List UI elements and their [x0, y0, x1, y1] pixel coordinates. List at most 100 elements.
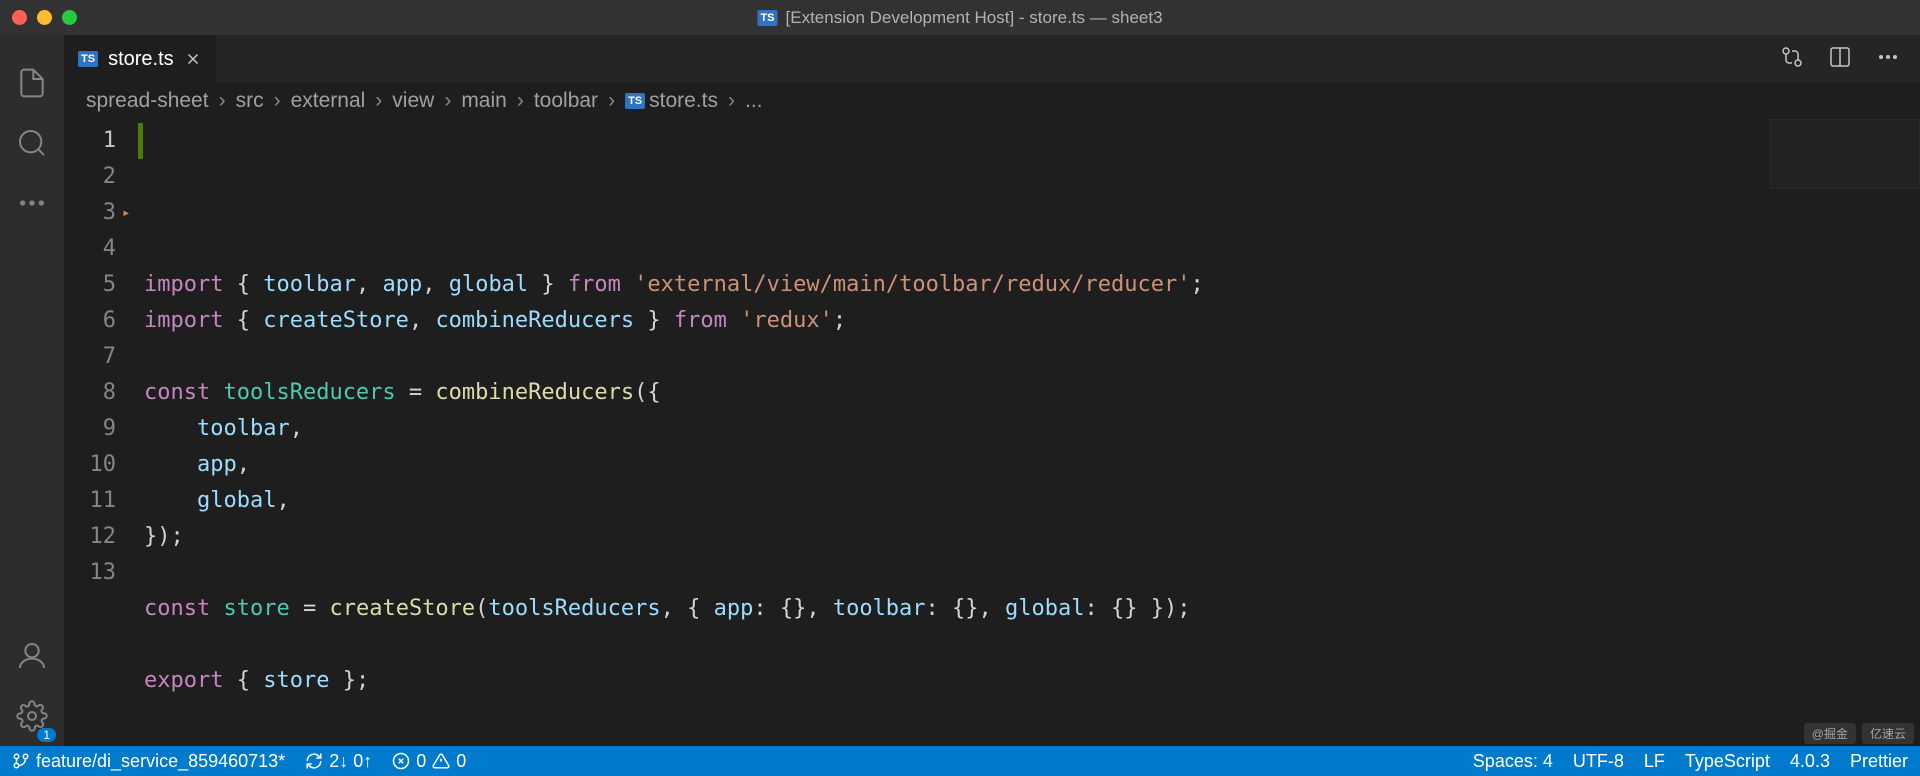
ts-file-icon: TS: [625, 93, 645, 109]
maximize-window-button[interactable]: [62, 10, 77, 25]
encoding-status[interactable]: UTF-8: [1573, 751, 1624, 772]
branch-name: feature/di_service_859460713*: [36, 751, 285, 772]
line-number: 5: [64, 267, 116, 303]
ts-file-icon: TS: [757, 10, 777, 26]
line-number: 3: [64, 195, 116, 231]
line-number: 8: [64, 375, 116, 411]
fold-marker-icon[interactable]: ▸: [122, 195, 130, 231]
minimap[interactable]: [1770, 119, 1920, 189]
line-number: 13: [64, 555, 116, 591]
breadcrumb-part[interactable]: main: [461, 89, 507, 113]
sync-icon: [305, 752, 323, 770]
line-number: 6: [64, 303, 116, 339]
code-line[interactable]: const toolsReducers = combineReducers({: [144, 375, 1920, 411]
split-icon: [1828, 45, 1852, 69]
code-line[interactable]: import { toolbar, app, global } from 'ex…: [144, 267, 1920, 303]
formatter-status[interactable]: Prettier: [1850, 751, 1908, 772]
activity-bar: 1: [0, 35, 64, 746]
ts-file-icon: TS: [78, 51, 98, 67]
breadcrumb-part[interactable]: view: [392, 89, 434, 113]
line-number: 12: [64, 519, 116, 555]
chevron-right-icon: ›: [274, 89, 281, 113]
code-content[interactable]: ▸ import { toolbar, app, global } from '…: [144, 119, 1920, 746]
eol-status[interactable]: LF: [1644, 751, 1665, 772]
modified-line-marker: [138, 123, 143, 159]
chevron-right-icon: ›: [608, 89, 615, 113]
breadcrumb-part[interactable]: src: [236, 89, 264, 113]
more-actions-button[interactable]: [1876, 45, 1900, 74]
error-icon: [392, 752, 410, 770]
line-number-gutter: 12345678910111213: [64, 119, 144, 746]
ellipsis-icon: [1876, 45, 1900, 69]
code-line[interactable]: export { store };: [144, 663, 1920, 699]
breadcrumb-part[interactable]: spread-sheet: [86, 89, 209, 113]
error-count: 0: [416, 751, 426, 772]
line-number: 1: [64, 123, 116, 159]
editor-actions: [1780, 35, 1920, 83]
minimize-window-button[interactable]: [37, 10, 52, 25]
git-branch-icon: [12, 752, 30, 770]
editor-area: TS store.ts spread-sheet › src ›: [64, 35, 1920, 746]
breadcrumb-file[interactable]: store.ts: [649, 89, 718, 113]
close-window-button[interactable]: [12, 10, 27, 25]
sync-status[interactable]: 2↓ 0↑: [305, 751, 372, 772]
tab-label: store.ts: [108, 48, 174, 71]
titlebar: TS [Extension Development Host] - store.…: [0, 0, 1920, 35]
code-line[interactable]: const store = createStore(toolsReducers,…: [144, 591, 1920, 627]
more-tab[interactable]: [0, 173, 64, 233]
code-line[interactable]: toolbar,: [144, 411, 1920, 447]
line-number: 10: [64, 447, 116, 483]
window-controls: [12, 10, 77, 25]
indentation-status[interactable]: Spaces: 4: [1473, 751, 1553, 772]
watermark-badge: @掘金: [1804, 723, 1856, 744]
breadcrumb[interactable]: spread-sheet › src › external › view › main ›…: [64, 83, 1920, 119]
chevron-right-icon: ›: [517, 89, 524, 113]
files-icon: [16, 67, 48, 99]
tab-bar: TS store.ts: [64, 35, 1920, 83]
code-line[interactable]: app,: [144, 447, 1920, 483]
account-icon: [16, 640, 48, 672]
line-number: 4: [64, 231, 116, 267]
settings-badge: 1: [37, 728, 56, 742]
problems-status[interactable]: 0 0: [392, 751, 466, 772]
code-line[interactable]: import { createStore, combineReducers } …: [144, 303, 1920, 339]
breadcrumb-tail[interactable]: ...: [745, 89, 763, 113]
language-status[interactable]: TypeScript: [1685, 751, 1770, 772]
code-line[interactable]: [144, 555, 1920, 591]
window-title-text: [Extension Development Host] - store.ts …: [786, 8, 1163, 28]
watermark-badge: 亿速云: [1862, 723, 1914, 744]
split-editor-button[interactable]: [1828, 45, 1852, 74]
code-line[interactable]: [144, 627, 1920, 663]
account-tab[interactable]: [0, 626, 64, 686]
search-icon: [16, 127, 48, 159]
main-area: 1 TS store.ts: [0, 35, 1920, 746]
search-tab[interactable]: [0, 113, 64, 173]
git-branch-status[interactable]: feature/di_service_859460713*: [12, 751, 285, 772]
git-compare-icon: [1780, 45, 1804, 69]
line-number: 11: [64, 483, 116, 519]
ts-version-status[interactable]: 4.0.3: [1790, 751, 1830, 772]
status-bar: feature/di_service_859460713* 2↓ 0↑ 0 0 …: [0, 746, 1920, 776]
explorer-tab[interactable]: [0, 53, 64, 113]
warning-icon: [432, 752, 450, 770]
breadcrumb-part[interactable]: toolbar: [534, 89, 598, 113]
code-line[interactable]: global,: [144, 483, 1920, 519]
breadcrumb-part[interactable]: external: [291, 89, 366, 113]
code-line[interactable]: [144, 339, 1920, 375]
tab-close-button[interactable]: [184, 50, 202, 68]
watermark: @掘金 亿速云: [1804, 723, 1914, 744]
close-icon: [184, 50, 202, 68]
code-line[interactable]: [144, 699, 1920, 735]
line-number: 7: [64, 339, 116, 375]
code-line[interactable]: });: [144, 519, 1920, 555]
chevron-right-icon: ›: [219, 89, 226, 113]
window-title: TS [Extension Development Host] - store.…: [757, 8, 1162, 28]
code-editor[interactable]: 12345678910111213 ▸ import { toolbar, ap…: [64, 119, 1920, 746]
ellipsis-icon: [16, 187, 48, 219]
compare-changes-button[interactable]: [1780, 45, 1804, 74]
sync-count: 2↓ 0↑: [329, 751, 372, 772]
tab-store-ts[interactable]: TS store.ts: [64, 35, 217, 83]
chevron-right-icon: ›: [728, 89, 735, 113]
line-number: 2: [64, 159, 116, 195]
chevron-right-icon: ›: [375, 89, 382, 113]
